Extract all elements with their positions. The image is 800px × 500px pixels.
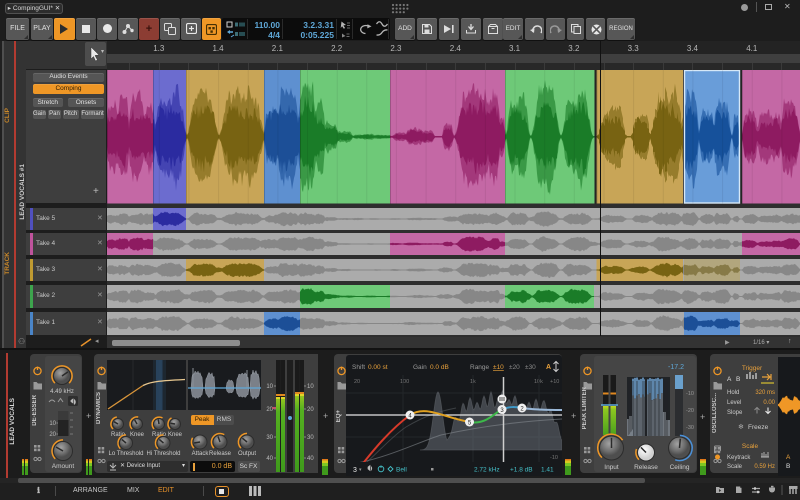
svg-text:10: 10 [266, 384, 273, 390]
svg-text:4.49 kHz: 4.49 kHz [50, 389, 74, 395]
svg-text:Scale: Scale [742, 443, 759, 450]
svg-text:0.00: 0.00 [763, 400, 775, 406]
svg-text:-10: -10 [550, 455, 558, 461]
svg-text:Scale: Scale [727, 464, 743, 470]
svg-text:0.00 st: 0.00 st [368, 364, 388, 371]
svg-text:30: 30 [266, 435, 273, 441]
svg-text:-30: -30 [686, 425, 694, 431]
svg-text:100: 100 [400, 379, 409, 385]
svg-text:Attack: Attack [192, 451, 210, 457]
svg-text:±10: ±10 [493, 364, 504, 371]
svg-text:30: 30 [307, 435, 314, 441]
svg-text:+10: +10 [550, 379, 559, 385]
svg-text:-10: -10 [686, 391, 694, 397]
svg-text:Release: Release [634, 464, 658, 471]
svg-text:Trigger: Trigger [742, 365, 763, 372]
svg-text:Hi Threshold: Hi Threshold [147, 451, 181, 457]
svg-text:Range: Range [470, 364, 490, 371]
svg-text:10: 10 [307, 384, 314, 390]
svg-text:0.0 dB: 0.0 dB [430, 364, 449, 371]
svg-text:3: 3 [353, 467, 357, 474]
svg-text:0.59 Hz: 0.59 Hz [754, 464, 775, 470]
svg-text:Gain: Gain [413, 364, 427, 371]
svg-text:40: 40 [266, 456, 273, 462]
svg-text:Freeze: Freeze [748, 424, 769, 431]
svg-text:Ceiling: Ceiling [670, 464, 690, 471]
svg-text:A: A [727, 376, 732, 383]
svg-text:-17.2: -17.2 [668, 364, 684, 371]
svg-text:Slope: Slope [727, 410, 743, 416]
svg-text:20: 20 [49, 432, 56, 438]
svg-text:-20: -20 [686, 408, 694, 414]
svg-text:±20: ±20 [509, 364, 520, 371]
svg-text:Input: Input [604, 464, 619, 471]
svg-text:Amount: Amount [51, 463, 74, 470]
svg-text:Level: Level [727, 400, 741, 406]
svg-text:Keytrack: Keytrack [727, 455, 751, 461]
svg-text:20: 20 [307, 407, 314, 413]
svg-text:Lo Threshold: Lo Threshold [109, 451, 144, 457]
svg-text:Knee: Knee [130, 432, 145, 438]
svg-text:40: 40 [307, 456, 314, 462]
svg-text:Bell: Bell [396, 467, 407, 474]
svg-text:A: A [546, 364, 551, 371]
svg-text:1.41: 1.41 [541, 467, 554, 474]
svg-text:Release: Release [209, 451, 232, 457]
svg-text:±30: ±30 [525, 364, 536, 371]
svg-text:Knee: Knee [168, 432, 183, 438]
svg-text:Output: Output [238, 451, 256, 457]
svg-text:B: B [786, 463, 790, 470]
svg-text:Hold: Hold [727, 390, 739, 396]
svg-text:B: B [736, 376, 740, 383]
svg-text:20: 20 [354, 379, 360, 385]
svg-text:+1.8 dB: +1.8 dB [510, 467, 533, 474]
svg-text:A: A [786, 454, 791, 461]
svg-text:2.72 kHz: 2.72 kHz [474, 467, 500, 474]
svg-text:❄: ❄ [738, 423, 744, 431]
svg-text:Shift: Shift [352, 364, 365, 371]
svg-text:320 ms: 320 ms [755, 390, 775, 396]
svg-text:10: 10 [49, 421, 56, 427]
